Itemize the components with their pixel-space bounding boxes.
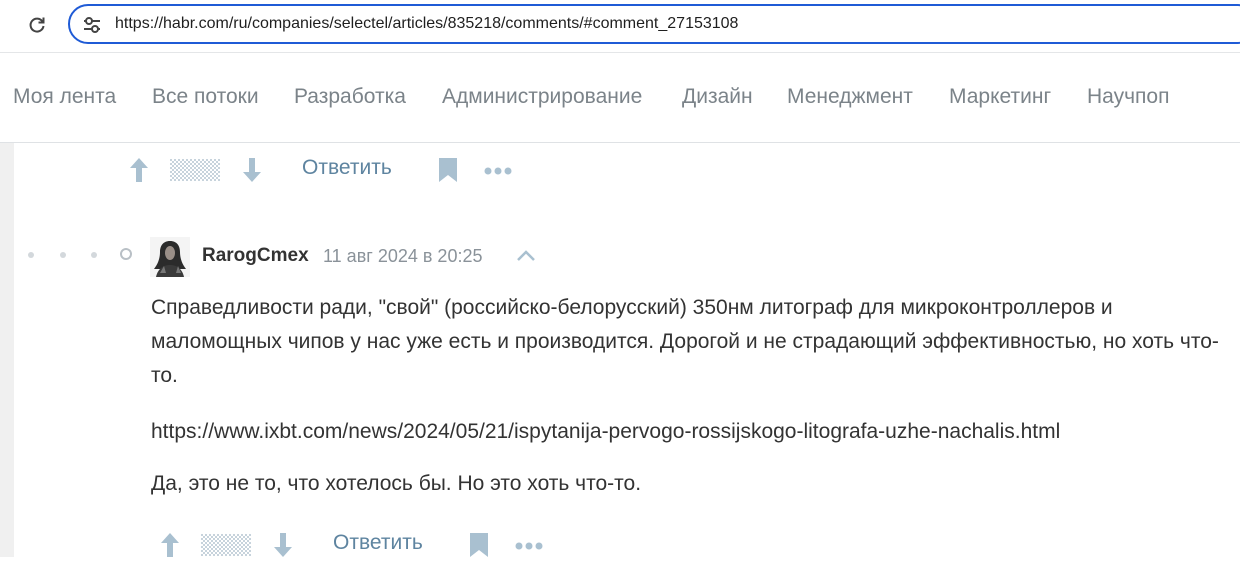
reply-link[interactable]: Ответить	[302, 156, 392, 180]
thread-dot	[60, 252, 66, 258]
browser-toolbar: https://habr.com/ru/companies/selectel/a…	[0, 0, 1240, 53]
url-text[interactable]: https://habr.com/ru/companies/selectel/a…	[115, 15, 738, 33]
nav-item-all-streams[interactable]: Все потоки	[152, 85, 259, 109]
reply-link[interactable]: Ответить	[333, 531, 423, 555]
score-hidden-icon	[201, 534, 251, 556]
chevron-up-icon[interactable]	[515, 248, 537, 264]
more-options-icon[interactable]	[483, 164, 515, 176]
comment-author[interactable]: RarogCmex	[202, 245, 309, 267]
comment-actions: Ответить	[0, 155, 600, 185]
vote-down-icon[interactable]	[271, 530, 295, 560]
comment-timestamp[interactable]: 11 авг 2024 в 20:25	[323, 246, 482, 267]
reload-icon[interactable]	[24, 12, 50, 38]
address-bar[interactable]: https://habr.com/ru/companies/selectel/a…	[68, 4, 1240, 44]
nav-item-my-feed[interactable]: Моя лента	[13, 85, 116, 109]
more-options-icon[interactable]	[514, 539, 546, 551]
thread-dot	[28, 252, 34, 258]
hub-navigation: Моя лента Все потоки Разработка Админист…	[0, 53, 1240, 143]
thread-dot	[91, 252, 97, 258]
thread-dot-current	[120, 248, 132, 260]
vote-up-icon[interactable]	[158, 530, 182, 560]
nav-item-marketing[interactable]: Маркетинг	[949, 85, 1051, 109]
bookmark-icon[interactable]	[438, 157, 458, 183]
nav-item-administration[interactable]: Администрирование	[442, 85, 642, 109]
score-hidden-icon	[170, 159, 220, 181]
vote-down-icon[interactable]	[240, 155, 264, 185]
avatar[interactable]	[150, 237, 190, 277]
comment-actions: Ответить	[0, 530, 600, 560]
site-info-icon[interactable]	[82, 16, 102, 34]
comment-link[interactable]: https://www.ixbt.com/news/2024/05/21/isp…	[151, 415, 1226, 449]
nav-item-popsci[interactable]: Научпоп	[1087, 85, 1169, 109]
comment-paragraph: Справедливости ради, "свой" (российско-б…	[151, 296, 1219, 387]
vote-up-icon[interactable]	[127, 155, 151, 185]
nav-item-management[interactable]: Менеджмент	[787, 85, 913, 109]
nav-item-development[interactable]: Разработка	[294, 85, 406, 109]
bookmark-icon[interactable]	[469, 532, 489, 558]
comment-paragraph: Да, это не то, что хотелось бы. Но это х…	[151, 472, 642, 495]
nav-item-design[interactable]: Дизайн	[682, 85, 753, 109]
